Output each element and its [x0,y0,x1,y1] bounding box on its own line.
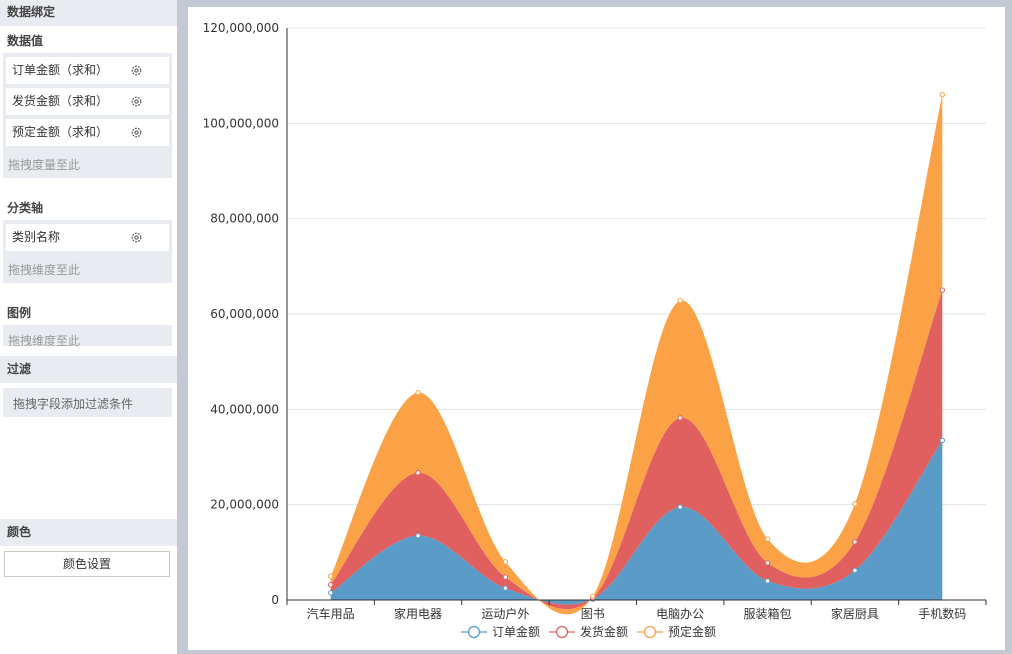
data-point[interactable] [415,470,421,476]
data-point[interactable] [852,567,858,574]
gear-icon[interactable] [130,126,143,139]
gear-icon[interactable] [130,95,143,108]
legend-label[interactable]: 预定金额 [668,624,716,639]
legend-label[interactable]: 订单金额 [492,624,540,639]
gear-icon[interactable] [130,64,143,77]
data-point[interactable] [415,389,421,396]
legend-drop-well[interactable]: 拖拽维度至此 [3,325,172,346]
legend-marker-icon[interactable] [643,625,657,639]
legend-marker-icon[interactable] [555,625,569,639]
stacked-area-chart: 0 20,000,000 40,000,000 60,000,000 80,000,00… [203,21,987,639]
data-point[interactable] [677,415,683,421]
x-tick-label: 电脑办公 [656,606,704,621]
data-point[interactable] [327,573,334,579]
data-point[interactable] [502,574,509,580]
gear-icon[interactable] [130,231,143,244]
x-tick-label: 汽车用品 [307,606,355,621]
data-binding-panel: 数据绑定 数据值 订单金额（求和） 发货金额（求和） 预定金额（求和） 拖拽度量… [0,0,177,654]
data-point[interactable] [327,582,334,588]
chart-panel: 0 20,000,000 40,000,000 60,000,000 80,000,00… [188,7,1005,650]
x-tick-label: 家居厨具 [831,606,879,621]
value-field-label: 发货金额（求和） [12,94,109,108]
legend-marker-icon[interactable] [467,625,481,639]
data-point[interactable] [852,539,858,545]
y-tick-label: 100,000,000 [203,116,279,130]
value-field-label: 预定金额（求和） [12,125,109,139]
value-field-order-amount[interactable]: 订单金额（求和） [6,57,169,84]
color-settings-button[interactable]: 颜色设置 [4,551,170,577]
y-tick-label: 40,000,000 [210,402,279,416]
axis-field-label: 类别名称 [12,230,61,244]
values-title: 数据值 [7,34,44,48]
axis-title: 分类轴 [7,201,44,215]
legend-label[interactable]: 发货金额 [580,624,628,639]
data-point[interactable] [415,532,421,539]
y-tick-label: 120,000,000 [203,21,279,35]
y-tick-label: 60,000,000 [210,307,279,321]
data-point[interactable] [852,501,858,507]
value-field-label: 订单金额（求和） [12,63,109,77]
data-point[interactable] [502,559,509,565]
y-tick-label: 20,000,000 [210,498,279,512]
values-drop-hint: 拖拽度量至此 [8,158,81,172]
data-point[interactable] [677,297,683,304]
axis-drop-well[interactable]: 类别名称 拖拽维度至此 [3,220,172,283]
filter-drop-well[interactable]: 拖拽字段添加过滤条件 [3,388,172,417]
x-tick-label: 手机数码 [918,606,966,621]
data-point[interactable] [327,590,334,596]
x-tick-label: 图书 [581,607,605,621]
value-field-shipped-amount[interactable]: 发货金额（求和） [6,88,169,115]
x-tick-label: 家用电器 [394,606,442,621]
filter-header: 过滤 [0,356,177,383]
filter-drop-hint: 拖拽字段添加过滤条件 [13,397,134,411]
x-tick-label: 运动户外 [481,606,529,621]
data-point[interactable] [764,578,771,584]
data-point[interactable] [677,504,683,510]
color-header: 颜色 [0,519,177,546]
legend-title: 图例 [7,306,32,320]
data-point[interactable] [764,536,771,542]
data-point[interactable] [939,92,946,98]
axis-field-category-name[interactable]: 类别名称 [6,224,169,251]
data-point[interactable] [939,287,946,293]
data-binding-header: 数据绑定 [0,0,177,26]
legend-drop-hint: 拖拽维度至此 [8,334,81,346]
y-tick-label: 80,000,000 [210,212,279,226]
data-point[interactable] [502,585,509,591]
data-point[interactable] [764,560,771,566]
data-point[interactable] [939,437,946,444]
values-drop-well[interactable]: 订单金额（求和） 发货金额（求和） 预定金额（求和） 拖拽度量至此 [3,53,172,178]
x-tick-label: 服装箱包 [744,606,792,621]
value-field-booked-amount[interactable]: 预定金额（求和） [6,119,169,146]
axis-drop-hint: 拖拽维度至此 [8,263,81,277]
y-tick-label: 0 [271,593,279,607]
data-point[interactable] [590,593,596,599]
